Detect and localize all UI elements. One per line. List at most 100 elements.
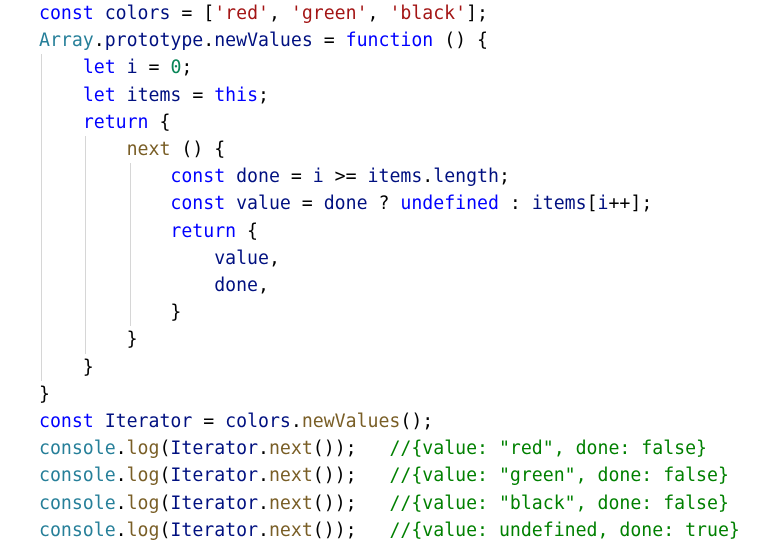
code-token: = xyxy=(192,411,226,432)
code-line: const Iterator = colors.newValues(); xyxy=(39,408,433,435)
code-token: next xyxy=(268,438,313,460)
code-token: next xyxy=(268,519,313,541)
code-token: 'black' xyxy=(389,3,467,24)
code-token: const xyxy=(39,411,94,432)
code-line: return { xyxy=(39,109,171,136)
code-token: log xyxy=(126,438,160,460)
code-token: i xyxy=(126,57,138,79)
code-token: ( xyxy=(159,438,171,460)
code-token: . xyxy=(115,492,127,514)
code-token: log xyxy=(126,519,160,541)
code-token: [ xyxy=(586,193,598,215)
code-token: 0 xyxy=(170,57,182,79)
code-token: ()); xyxy=(312,492,390,514)
code-token: const xyxy=(39,3,94,24)
code-token: = xyxy=(181,84,215,106)
code-token: Iterator xyxy=(170,438,259,460)
code-token: function xyxy=(345,30,434,52)
code-token: this xyxy=(214,84,259,106)
code-token: next xyxy=(268,492,313,514)
code-token: newValues xyxy=(214,30,313,52)
code-token: value xyxy=(236,193,291,215)
code-line: } xyxy=(39,299,181,326)
code-token: . xyxy=(203,30,215,52)
code-token: } xyxy=(39,383,50,405)
code-line: Array.prototype.newValues = function () … xyxy=(39,27,488,54)
code-token: ]; xyxy=(466,3,488,24)
code-token: console xyxy=(39,438,116,460)
code-line: } xyxy=(39,354,94,381)
code-token: . xyxy=(115,519,127,541)
code-token: value xyxy=(214,247,269,269)
code-line: next () { xyxy=(39,136,226,163)
code-token: colors xyxy=(104,3,171,24)
code-token: . xyxy=(258,492,269,514)
code-token: = [ xyxy=(170,3,215,24)
code-token: items xyxy=(531,193,587,215)
code-token: //{value: "red", done: false} xyxy=(389,438,707,460)
code-token: log xyxy=(126,492,160,514)
code-token: ( xyxy=(159,492,171,514)
code-token: const xyxy=(170,193,226,215)
code-line: const value = done ? undefined : items[i… xyxy=(39,190,652,217)
code-token: next xyxy=(126,139,171,160)
code-token: console xyxy=(39,519,116,541)
code-token: Iterator xyxy=(104,411,193,432)
code-line: console.log(Iterator.next()); //{value: … xyxy=(39,517,740,544)
code-token: . xyxy=(93,30,105,52)
code-token: ()); xyxy=(312,438,390,460)
code-line: const colors = ['red', 'green', 'black']… xyxy=(39,0,488,27)
code-token: let xyxy=(82,84,116,106)
code-line: value, xyxy=(39,245,280,272)
code-token: ; xyxy=(498,166,510,188)
code-token: //{value: "green", done: false} xyxy=(389,465,729,487)
code-token: ++]; xyxy=(608,193,653,215)
code-token: = xyxy=(312,30,346,52)
code-token: . xyxy=(258,465,269,487)
code-token: Iterator xyxy=(170,519,259,541)
code-line: let i = 0; xyxy=(39,54,193,81)
code-token: . xyxy=(258,519,269,541)
code-token: () { xyxy=(433,30,488,52)
code-token: ()); xyxy=(312,519,390,541)
code-token: } xyxy=(39,302,182,324)
code-token: Array xyxy=(39,30,94,52)
code-token: return xyxy=(170,220,237,242)
code-token: done xyxy=(323,193,368,215)
code-token: console xyxy=(39,492,116,514)
code-token: 'green' xyxy=(290,3,368,24)
code-token: , xyxy=(268,3,291,24)
code-token: : xyxy=(498,193,532,215)
code-token: colors xyxy=(225,411,291,432)
code-token: () { xyxy=(170,139,226,160)
code-editor[interactable]: const colors = ['red', 'green', 'black']… xyxy=(0,0,772,551)
code-token: length xyxy=(433,166,499,188)
code-token: . xyxy=(258,438,269,460)
code-token: done xyxy=(236,166,280,188)
code-token: console xyxy=(39,465,116,487)
code-token: return xyxy=(82,111,149,133)
code-token: done xyxy=(214,275,259,296)
code-token: items xyxy=(126,84,182,106)
code-token: //{value: undefined, done: true} xyxy=(389,519,740,541)
code-token: . xyxy=(115,438,127,460)
code-token: //{value: "black", done: false} xyxy=(389,492,729,514)
code-line: } xyxy=(39,381,50,408)
code-token: = xyxy=(290,193,324,215)
code-line: return { xyxy=(39,218,258,245)
code-token: 'red' xyxy=(214,3,269,24)
code-token: items xyxy=(367,166,423,188)
code-token: , xyxy=(367,3,390,24)
code-token: = xyxy=(279,166,313,188)
